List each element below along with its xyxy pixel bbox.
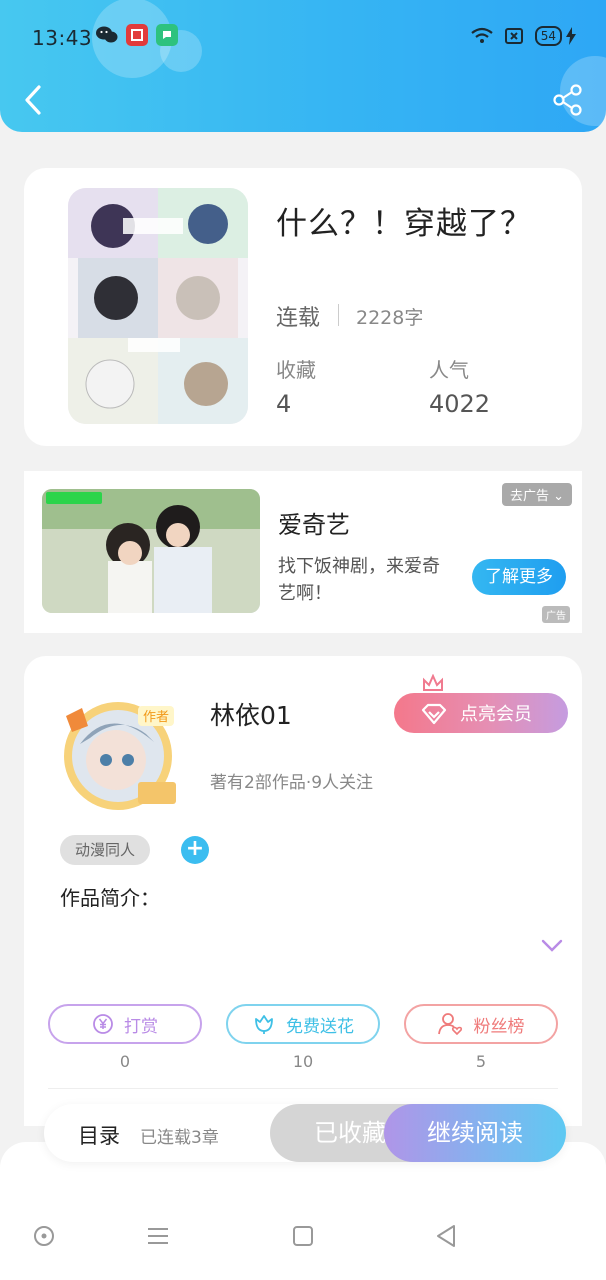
wechat-icon xyxy=(96,24,118,46)
table-of-contents-button[interactable]: 目录 xyxy=(78,1120,120,1150)
home-square-icon[interactable] xyxy=(289,1222,317,1250)
favorites-label: 收藏 xyxy=(276,358,316,382)
popularity-value: 4022 xyxy=(429,390,491,418)
ad-title: 爱奇艺 xyxy=(278,511,350,539)
read-action-bar: 目录 已连载3章 已收藏 继续阅读 xyxy=(44,1104,566,1162)
tip-button[interactable]: 打赏 xyxy=(48,1004,202,1044)
chevron-left-icon xyxy=(25,85,41,115)
share-icon xyxy=(553,84,582,116)
assistant-icon[interactable] xyxy=(30,1222,58,1250)
diamond-icon xyxy=(421,703,447,725)
app-red-icon xyxy=(126,24,148,46)
ad-tag-text: 广告 xyxy=(546,611,566,622)
author-card: 作者 林依01 著有2部作品·9人关注 点亮会员 动漫同人 + 作品简介： 打赏… xyxy=(24,656,582,1126)
crown-icon xyxy=(423,674,443,691)
wifi-icon xyxy=(471,27,493,43)
svg-text:作者: 作者 xyxy=(143,710,169,725)
ad-label: 广告 xyxy=(542,606,570,623)
continue-reading-button[interactable]: 继续阅读 xyxy=(384,1104,566,1162)
chevron-down-icon: ⌄ xyxy=(553,489,564,504)
word-count: 2228字 xyxy=(356,307,424,329)
system-status: 54 xyxy=(471,26,576,46)
serial-status: 连载 xyxy=(276,306,321,331)
book-info-card: 什么？！穿越了？ 连载 2228字 收藏 4 人气 4022 xyxy=(24,168,582,446)
flower-count: 10 xyxy=(292,1052,314,1071)
remove-ad-button[interactable]: 去广告 ⌄ xyxy=(501,483,572,506)
yuan-coin-icon xyxy=(93,1014,113,1034)
category-tag[interactable]: 动漫同人 xyxy=(60,835,150,865)
system-navigation-bar xyxy=(0,1222,606,1262)
avatar-art: 作者 xyxy=(64,702,176,810)
send-flower-label: 免费送花 xyxy=(286,1016,354,1037)
tip-label: 打赏 xyxy=(124,1016,158,1037)
no-sim-icon xyxy=(504,28,523,44)
app-green-icon xyxy=(156,24,178,46)
ad-banner[interactable]: 去广告 ⌄ 爱奇艺 找下饭神剧，来爱奇艺啊！ 了解更多 广告 xyxy=(24,471,582,633)
add-tag-button[interactable]: + xyxy=(181,836,209,864)
charging-icon xyxy=(566,27,576,45)
battery-level: 54 xyxy=(534,26,562,46)
ad-description: 找下饭神剧，来爱奇艺啊！ xyxy=(278,556,440,604)
send-flower-button[interactable]: 免费送花 xyxy=(226,1004,380,1044)
author-name: 林依01 xyxy=(210,701,292,730)
remove-ad-label: 去广告 xyxy=(509,489,549,504)
flower-icon xyxy=(255,1015,273,1034)
menu-icon[interactable] xyxy=(144,1222,172,1250)
author-avatar[interactable]: 作者 xyxy=(50,694,200,812)
fan-ranking-button[interactable]: 粉丝榜 xyxy=(404,1004,558,1044)
tip-count: 0 xyxy=(119,1052,131,1071)
ad-photo xyxy=(42,489,260,613)
book-cover-art xyxy=(68,188,248,424)
intro-label: 作品简介： xyxy=(60,886,160,910)
status-time: 13:43 xyxy=(32,26,93,50)
share-button[interactable] xyxy=(552,84,584,116)
chevron-down-icon[interactable] xyxy=(540,938,564,954)
learn-more-button[interactable]: 了解更多 xyxy=(472,559,566,595)
app-header: 13:43 54 xyxy=(0,0,606,132)
popularity-label: 人气 xyxy=(429,358,469,382)
back-button[interactable] xyxy=(20,82,50,118)
fan-ranking-label: 粉丝榜 xyxy=(473,1016,525,1037)
favorites-value: 4 xyxy=(276,390,292,418)
book-title: 什么？！穿越了？ xyxy=(276,206,532,242)
divider xyxy=(338,304,339,326)
vip-label: 点亮会员 xyxy=(460,704,532,725)
book-cover[interactable] xyxy=(68,188,248,424)
back-triangle-icon[interactable] xyxy=(432,1222,460,1250)
ad-image[interactable] xyxy=(42,489,260,613)
author-meta: 著有2部作品·9人关注 xyxy=(210,773,374,793)
chapter-count: 已连载3章 xyxy=(140,1128,219,1148)
fan-count: 5 xyxy=(475,1052,487,1071)
user-heart-icon xyxy=(437,1013,462,1036)
notification-icons xyxy=(96,24,178,46)
divider xyxy=(48,1088,558,1089)
